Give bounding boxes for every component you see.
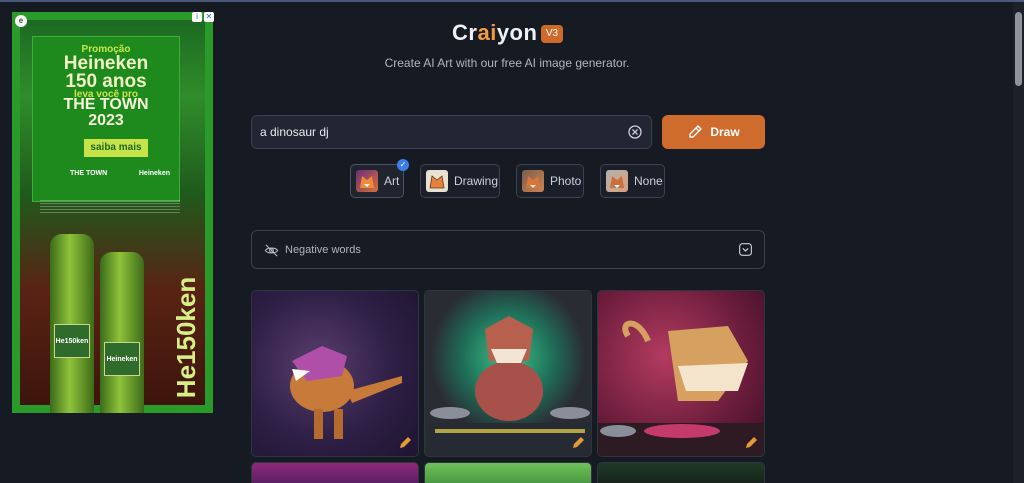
- ad-line-5: THE TOWN: [63, 96, 149, 113]
- bottle-label: Heineken: [104, 342, 140, 376]
- generated-image[interactable]: [424, 462, 592, 483]
- chevron-down-icon[interactable]: [739, 243, 752, 256]
- dinosaur-image: [290, 346, 402, 439]
- draw-button[interactable]: Draw: [662, 115, 765, 149]
- ad-controls: i ✕: [192, 12, 214, 22]
- ad-bottle-right: Heineken: [100, 252, 144, 413]
- draw-label: Draw: [710, 125, 740, 139]
- close-icon[interactable]: ✕: [204, 12, 214, 22]
- edit-pencil-icon[interactable]: [571, 436, 585, 450]
- style-none[interactable]: None: [600, 164, 665, 198]
- ad-fine-print: [40, 200, 180, 214]
- selected-check-icon: ✓: [397, 159, 409, 171]
- fox-none-thumbnail: [606, 170, 628, 192]
- brush-icon: [689, 125, 703, 138]
- ad-line-6: 2023: [88, 112, 124, 129]
- negative-words-label: Negative words: [285, 244, 361, 256]
- fox-art-thumbnail: [356, 170, 378, 192]
- subtitle: Create AI Art with our free AI image gen…: [384, 56, 630, 70]
- fox-drawing-thumbnail: [426, 170, 448, 192]
- scrollbar-thumb[interactable]: [1015, 12, 1022, 86]
- ad-logos: THE TOWN Heineken: [70, 170, 170, 177]
- generated-image[interactable]: [597, 462, 765, 483]
- ad-cta-button[interactable]: saiba mais: [84, 139, 148, 157]
- scrollbar[interactable]: [1013, 2, 1024, 483]
- top-border: [0, 0, 1024, 2]
- generated-image[interactable]: [597, 290, 765, 457]
- logo[interactable]: Craiyon: [452, 20, 537, 46]
- info-icon[interactable]: i: [192, 12, 202, 22]
- style-label: Drawing: [454, 174, 499, 188]
- eye-off-icon: [264, 244, 279, 257]
- generated-image[interactable]: [424, 290, 592, 457]
- style-art[interactable]: Art: [350, 164, 404, 198]
- style-label: Photo: [550, 174, 582, 188]
- clear-circle-icon[interactable]: [628, 125, 642, 139]
- bottle-label: He150ken: [54, 324, 90, 358]
- ad-logo-town: THE TOWN: [70, 170, 108, 177]
- ad-badge: e: [15, 15, 27, 27]
- ad-logo-heineken: Heineken: [138, 170, 170, 177]
- version-badge: V3: [541, 25, 563, 43]
- prompt-box: [251, 115, 652, 149]
- prompt-input[interactable]: [260, 124, 620, 140]
- dinosaur-dj-image: [427, 316, 591, 456]
- edit-pencil-icon[interactable]: [398, 436, 412, 450]
- negative-words-toggle[interactable]: Negative words: [251, 230, 765, 269]
- style-drawing[interactable]: Drawing: [420, 164, 500, 198]
- dinosaur-turntable-image: [598, 320, 764, 456]
- style-label: None: [634, 174, 663, 188]
- edit-pencil-icon[interactable]: [744, 436, 758, 450]
- generated-image[interactable]: [251, 290, 419, 457]
- fox-photo-thumbnail: [522, 170, 544, 192]
- style-label: Art: [384, 174, 400, 188]
- ad-side-text: He150ken: [171, 276, 202, 399]
- style-photo[interactable]: Photo: [516, 164, 584, 198]
- ad-bottle-left: He150ken: [50, 234, 94, 413]
- generated-image[interactable]: [251, 462, 419, 483]
